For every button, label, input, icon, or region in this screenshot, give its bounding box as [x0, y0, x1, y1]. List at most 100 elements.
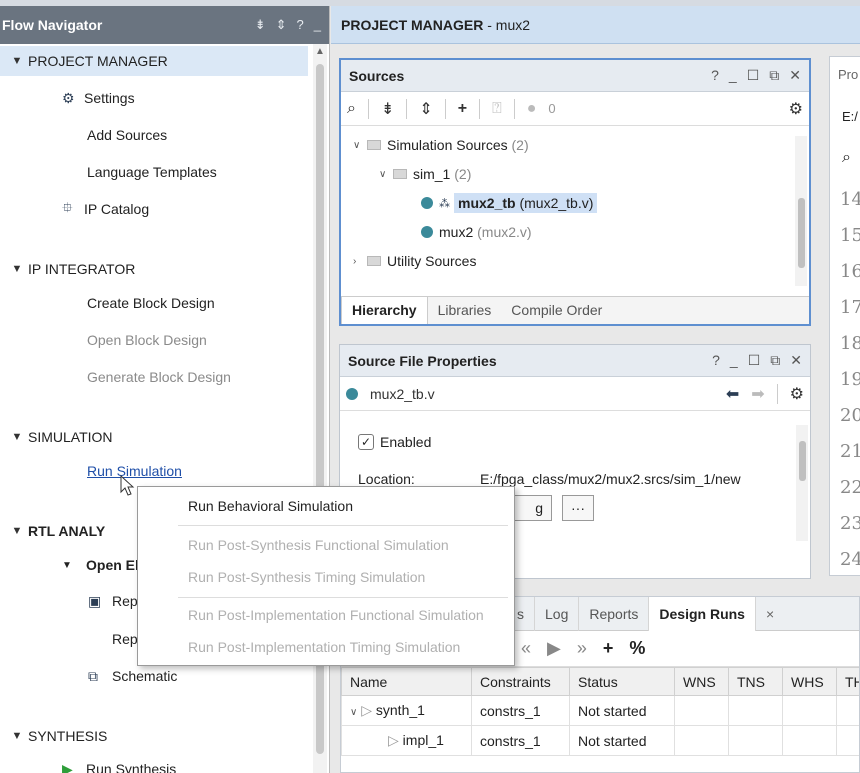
run-status: Not started	[569, 695, 675, 726]
percent-icon[interactable]: %	[629, 638, 645, 659]
tab-compile-order[interactable]: Compile Order	[501, 297, 612, 324]
nav-item-create-block-design[interactable]: Create Block Design	[0, 288, 215, 318]
tab-hierarchy[interactable]: Hierarchy	[341, 297, 428, 324]
chevron-down-icon: ▼	[62, 559, 72, 571]
section-project-manager[interactable]: ▼ PROJECT MANAGER	[0, 46, 308, 76]
add-icon[interactable]: +	[458, 100, 467, 118]
sources-panel: Sources ? _ ☐ ⧉ ✕ ⌕ ⇟ ⇕ + ⍰ ● 0 ⚙ ∨ Simu…	[339, 58, 811, 326]
nav-item-generate-block-design[interactable]: Generate Block Design	[0, 362, 231, 392]
minimize-icon[interactable]: _	[730, 352, 738, 369]
collapse-all-icon[interactable]: ⇟	[255, 17, 266, 33]
minimize-icon[interactable]: _	[729, 67, 737, 84]
tree-item-mux2-tb[interactable]: ⁂ mux2_tb (mux2_tb.v)	[421, 190, 598, 216]
menu-item-run-post-synthesis-timing[interactable]: Run Post-Synthesis Timing Simulation	[188, 569, 425, 585]
menu-item-run-behavioral-simulation[interactable]: Run Behavioral Simulation	[188, 498, 353, 514]
tree-item-sim-1[interactable]: ∨ sim_1 (2)	[379, 161, 471, 187]
chevron-down-icon[interactable]: ∨	[350, 707, 357, 718]
tree-label: mux2_tb	[458, 195, 516, 211]
verilog-file-icon	[346, 387, 358, 400]
enabled-checkbox-row[interactable]: ✓ Enabled	[358, 429, 431, 455]
tree-file: (mux2_tb.v)	[519, 195, 594, 211]
section-rtl-analysis[interactable]: ▼ RTL ANALY	[0, 516, 106, 546]
column-header[interactable]: Status	[569, 667, 675, 696]
ip-chip-icon: ⯐	[62, 199, 73, 215]
project-manager-header: PROJECT MANAGER - mux2	[331, 6, 860, 44]
add-icon[interactable]: +	[603, 638, 614, 659]
column-header[interactable]: TNS	[728, 667, 783, 696]
maximize-icon[interactable]: ☐	[747, 67, 760, 84]
help-icon[interactable]: ?	[711, 67, 719, 84]
nav-item-language-templates[interactable]: Language Templates	[0, 157, 217, 187]
section-label: SIMULATION	[28, 429, 113, 445]
play-icon[interactable]: ▶	[547, 638, 561, 659]
nav-item-add-sources[interactable]: Add Sources	[0, 120, 167, 150]
menu-item-run-post-synthesis-functional[interactable]: Run Post-Synthesis Functional Simulation	[188, 537, 449, 553]
close-tab-icon[interactable]: ×	[756, 597, 784, 631]
help-icon[interactable]: ?	[712, 352, 720, 369]
search-icon[interactable]: ⌕	[842, 149, 851, 167]
tab-libraries[interactable]: Libraries	[428, 297, 502, 324]
close-icon[interactable]: ✕	[790, 352, 802, 369]
tree-item-utility-sources[interactable]: › Utility Sources	[353, 248, 476, 274]
nav-item-label: Settings	[84, 90, 135, 106]
close-icon[interactable]: ✕	[789, 67, 801, 84]
nav-item-open-elaborated[interactable]: ▼ Open El	[0, 550, 139, 580]
minimize-icon[interactable]: _	[314, 17, 321, 33]
nav-item-run-simulation[interactable]: Run Simulation	[0, 456, 182, 486]
nav-item-settings[interactable]: ⚙ Settings	[0, 83, 135, 113]
menu-item-run-post-implementation-functional[interactable]: Run Post-Implementation Functional Simul…	[188, 607, 484, 623]
section-simulation[interactable]: ▼ SIMULATION	[0, 422, 113, 452]
collapse-all-icon[interactable]: ⇟	[381, 99, 394, 119]
tab-log[interactable]: Log	[535, 597, 580, 631]
nav-item-ip-catalog[interactable]: ⯐ IP Catalog	[0, 194, 149, 224]
table-header-row: Name Constraints Status WNS TNS WHS TH	[341, 667, 859, 696]
line-number: 14	[840, 189, 860, 210]
column-header[interactable]: Name	[341, 667, 472, 696]
section-label: RTL ANALY	[28, 523, 106, 539]
column-header[interactable]: TH	[836, 667, 859, 696]
tab-design-runs[interactable]: Design Runs	[649, 597, 756, 631]
maximize-icon[interactable]: ☐	[748, 352, 761, 369]
nav-item-run-synthesis[interactable]: ▶ Run Synthesis	[0, 754, 176, 773]
flow-navigator-title: Flow Navigator	[2, 17, 103, 33]
rewind-icon[interactable]: «	[521, 638, 531, 659]
fast-forward-icon[interactable]: »	[577, 638, 587, 659]
menu-item-run-post-implementation-timing[interactable]: Run Post-Implementation Timing Simulatio…	[188, 639, 460, 655]
expand-icon[interactable]: ⇕	[276, 17, 287, 33]
gear-icon[interactable]: ⚙	[789, 99, 803, 119]
scroll-up-icon[interactable]: ▲	[315, 46, 325, 57]
line-number: 22	[840, 477, 860, 498]
scrollbar-thumb[interactable]	[799, 441, 806, 481]
float-icon[interactable]: ⧉	[770, 352, 780, 369]
nav-item-open-block-design[interactable]: Open Block Design	[0, 325, 207, 355]
nav-item-report-1[interactable]: ▣ Rep	[0, 586, 138, 616]
gear-icon[interactable]: ⚙	[790, 384, 804, 404]
help-icon[interactable]: ?	[297, 17, 304, 33]
table-row[interactable]: ∨ ▷ synth_1 constrs_1 Not started	[341, 695, 859, 726]
scrollbar-thumb[interactable]	[798, 198, 805, 268]
line-number: 16	[840, 261, 860, 282]
expand-all-icon[interactable]: ⇕	[419, 99, 432, 119]
section-synthesis[interactable]: ▼ SYNTHESIS	[0, 721, 108, 751]
tree-item-simulation-sources[interactable]: ∨ Simulation Sources (2)	[353, 132, 529, 158]
properties-scrollbar[interactable]	[796, 425, 808, 541]
table-row[interactable]: ▷ impl_1 constrs_1 Not started	[341, 725, 859, 756]
column-header[interactable]: WNS	[674, 667, 729, 696]
arrow-right-icon[interactable]: ➡	[751, 384, 764, 404]
section-ip-integrator[interactable]: ▼ IP INTEGRATOR	[0, 254, 136, 284]
tree-item-mux2[interactable]: mux2 (mux2.v)	[421, 219, 532, 245]
enabled-checkbox[interactable]: ✓	[358, 434, 374, 450]
gear-icon: ⚙	[62, 89, 75, 106]
column-header[interactable]: WHS	[782, 667, 837, 696]
nav-item-label: Run Synthesis	[86, 761, 177, 773]
column-header[interactable]: Constraints	[471, 667, 570, 696]
tab-reports[interactable]: Reports	[579, 597, 650, 631]
sources-scrollbar[interactable]	[795, 136, 807, 286]
float-icon[interactable]: ⧉	[769, 67, 779, 84]
arrow-left-icon[interactable]: ⬅	[726, 384, 739, 404]
unknown-file-icon[interactable]: ⍰	[492, 100, 502, 118]
nav-item-report-2[interactable]: Rep	[0, 624, 138, 654]
more-button[interactable]: ···	[562, 495, 594, 521]
search-icon[interactable]: ⌕	[347, 100, 356, 118]
chevron-down-icon: ▼	[11, 525, 23, 537]
